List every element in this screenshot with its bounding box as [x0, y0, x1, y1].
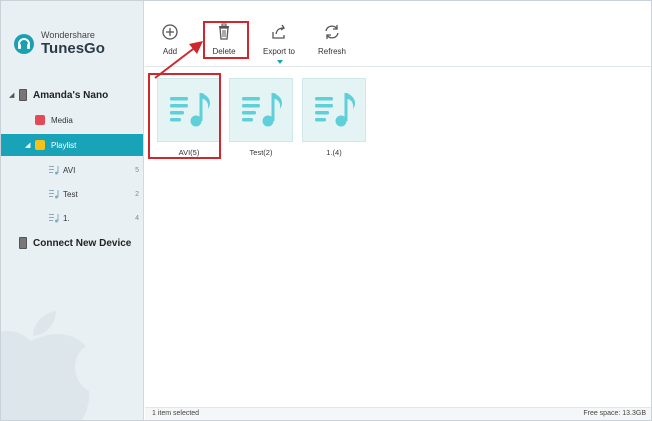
- device-name: Amanda's Nano: [33, 89, 109, 101]
- status-bar: 1 item selected Free space: 13.3GB: [145, 407, 651, 420]
- logo-product: TunesGo: [41, 40, 105, 57]
- playlist-tile-label: 1.(4): [326, 148, 342, 157]
- refresh-button[interactable]: Refresh: [307, 23, 357, 56]
- apple-watermark-icon: [1, 311, 90, 420]
- selection-status: 1 item selected: [152, 410, 200, 417]
- music-note-icon: [315, 93, 355, 127]
- tunesgo-logo-icon: [14, 33, 34, 54]
- playlist-label: 1.: [63, 213, 70, 223]
- sidebar-item-label: Media: [51, 115, 73, 125]
- ipod-icon: [19, 89, 27, 101]
- refresh-icon: [325, 25, 339, 39]
- export-button[interactable]: Export to: [254, 23, 304, 56]
- music-note-icon: [242, 93, 282, 127]
- device-icon: [19, 237, 27, 249]
- playlist-thumbnail: [302, 78, 366, 142]
- sidebar-item-playlist[interactable]: ◢ Playlist: [1, 134, 143, 156]
- app-window: Wondershare TunesGo ◢ Amanda's Nano Medi…: [0, 0, 652, 421]
- playlist-item-test[interactable]: Test 2: [1, 184, 143, 204]
- playlist-count: 2: [135, 190, 139, 198]
- logo-brand: Wondershare: [41, 30, 95, 40]
- playlist-label: Test: [63, 189, 78, 199]
- sidebar: Wondershare TunesGo ◢ Amanda's Nano Medi…: [1, 1, 144, 420]
- sidebar-item-media[interactable]: Media: [1, 109, 143, 131]
- annotation-arrow-icon: [154, 41, 203, 79]
- device-amandas-nano[interactable]: ◢ Amanda's Nano: [9, 85, 139, 105]
- export-dropdown-caret-icon[interactable]: [277, 60, 283, 64]
- playlist-label: AVI: [63, 165, 76, 175]
- connect-new-device[interactable]: Connect New Device: [9, 233, 139, 253]
- playlist-tile-label: Test(2): [249, 148, 273, 157]
- selected-tile-highlight-box: [148, 73, 221, 159]
- collapse-caret-icon[interactable]: ◢: [9, 91, 19, 99]
- media-icon: [35, 115, 45, 125]
- expand-caret-icon[interactable]: ◢: [25, 141, 35, 149]
- connect-label: Connect New Device: [33, 237, 132, 249]
- playlist-tile-1[interactable]: 1.(4): [302, 78, 366, 157]
- export-icon: [272, 24, 286, 39]
- playlist-item-avi[interactable]: AVI 5: [1, 160, 143, 180]
- playlist-icon: [35, 140, 45, 150]
- refresh-label: Refresh: [317, 47, 346, 56]
- export-label: Export to: [262, 47, 295, 56]
- playlist-music-icon: [49, 214, 59, 223]
- app-logo: Wondershare TunesGo: [13, 31, 105, 56]
- playlist-thumbnail: [229, 78, 293, 142]
- playlist-music-icon: [49, 190, 59, 199]
- sidebar-item-label: Playlist: [51, 140, 77, 150]
- playlist-count: 4: [135, 214, 139, 222]
- playlist-music-icon: [49, 166, 59, 175]
- playlist-count: 5: [135, 166, 139, 174]
- free-space-status: Free space: 13.3GB: [583, 410, 646, 417]
- playlist-tile-test[interactable]: Test(2): [229, 78, 293, 157]
- playlist-item-1[interactable]: 1. 4: [1, 208, 143, 228]
